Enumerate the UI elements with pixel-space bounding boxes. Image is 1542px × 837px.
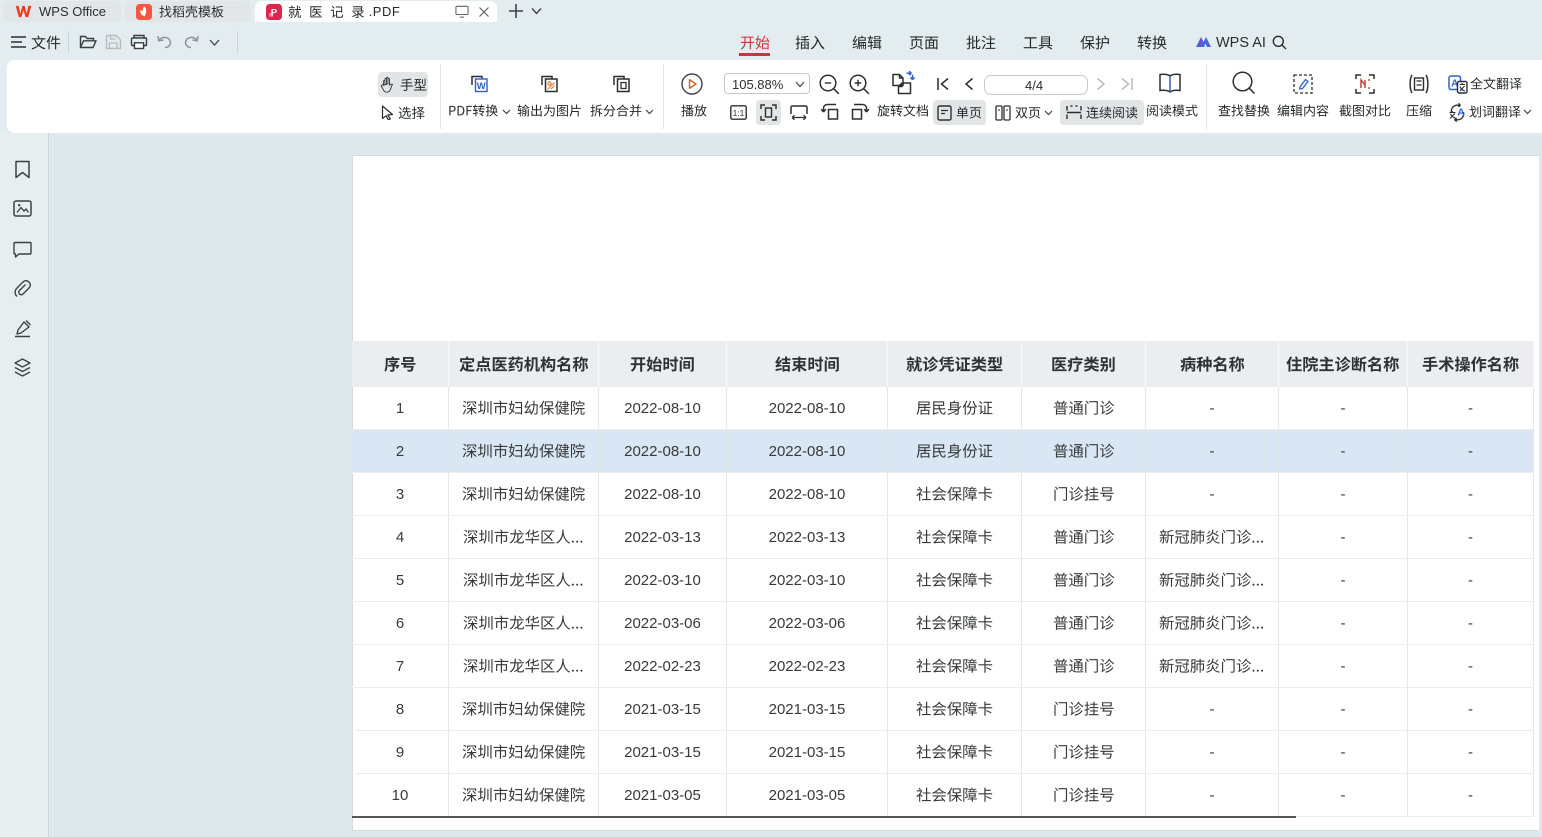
svg-text:P: P bbox=[271, 7, 278, 18]
svg-text:A: A bbox=[1457, 107, 1465, 119]
svg-text:1:1: 1:1 bbox=[733, 108, 745, 118]
svg-text:W: W bbox=[477, 81, 486, 92]
